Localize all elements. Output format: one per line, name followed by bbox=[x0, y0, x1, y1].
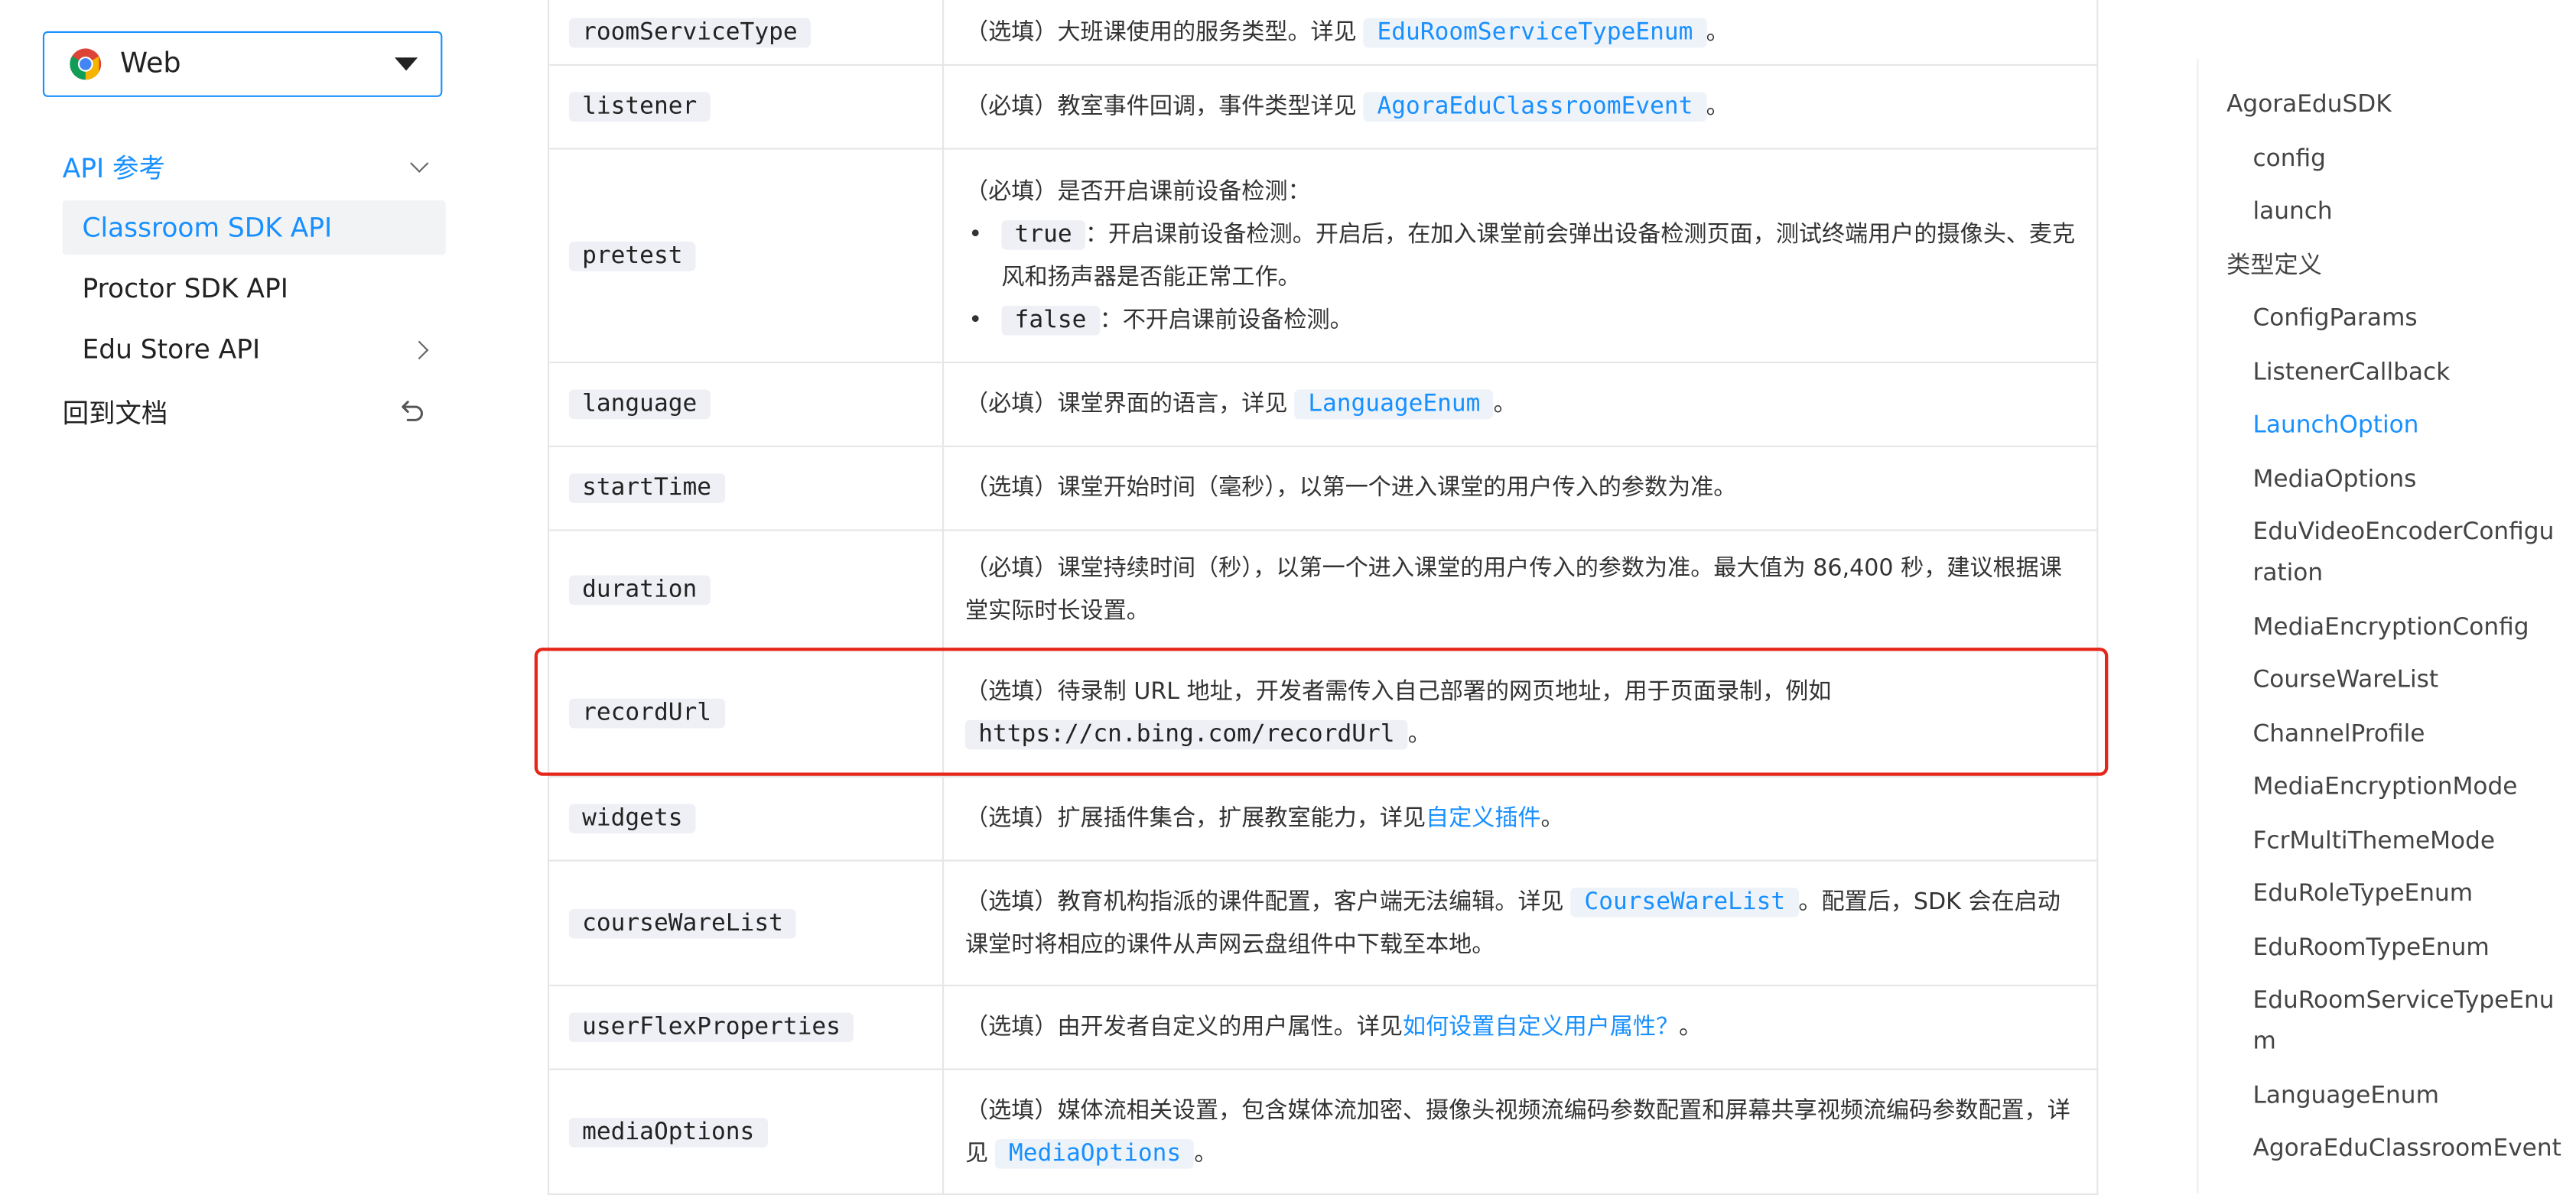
param-desc-suffix: 。 bbox=[1540, 805, 1564, 832]
list-item: • false ：不开启课前设备检测。 bbox=[965, 298, 2077, 341]
param-name: userFlexProperties bbox=[568, 1012, 854, 1043]
value-code: false bbox=[1001, 304, 1100, 335]
param-name: language bbox=[568, 389, 711, 420]
param-desc: （必填）课堂界面的语言，详见 bbox=[965, 391, 1296, 418]
toc-item[interactable]: MediaEncryptionMode bbox=[2226, 768, 2555, 809]
param-desc: （选填）扩展插件集合，扩展教室能力，详见 bbox=[965, 805, 1426, 832]
sidebar-item-label: Proctor SDK API bbox=[82, 272, 288, 304]
param-name: widgets bbox=[568, 804, 696, 834]
param-desc-suffix: 。 bbox=[1706, 18, 1729, 46]
platform-select[interactable]: Web bbox=[42, 31, 443, 97]
table-row: courseWareList （选填）教育机构指派的课件配置，客户端无法编辑。详… bbox=[549, 861, 2097, 986]
toc-item[interactable]: launch bbox=[2226, 193, 2555, 234]
param-desc: （必填）课堂持续时间（秒），以第一个进入课堂的用户传入的参数为准。最大值为 86… bbox=[965, 555, 2062, 625]
toc-item[interactable]: EduRoomServiceTypeEnum bbox=[2226, 982, 2555, 1064]
param-desc: （选填）教育机构指派的课件配置，客户端无法编辑。详见 bbox=[965, 888, 1572, 915]
table-row: roomServiceType （选填）大班课使用的服务类型。详见 EduRoo… bbox=[549, 0, 2097, 66]
toc-item[interactable]: EduVideoEncoderConfiguration bbox=[2226, 513, 2555, 596]
table-row: pretest （必填）是否开启课前设备检测： • true ：开启课前设备检测。… bbox=[549, 149, 2097, 364]
nav-section-label: API 参考 bbox=[62, 152, 165, 184]
toc-item[interactable]: AgoraEduSDK bbox=[2226, 86, 2555, 127]
toc-item[interactable]: ChannelProfile bbox=[2226, 714, 2555, 755]
param-name: courseWareList bbox=[568, 908, 797, 938]
param-name: startTime bbox=[568, 473, 725, 503]
table-row: widgets （选填）扩展插件集合，扩展教室能力，详见自定义插件。 bbox=[549, 777, 2097, 862]
launch-option-table: roomServiceType （选填）大班课使用的服务类型。详见 EduRoo… bbox=[547, 0, 2099, 1195]
type-link[interactable]: AgoraEduClassroomEvent bbox=[1364, 92, 1706, 122]
table-row: userFlexProperties （选填）由开发者自定义的用户属性。详见如何… bbox=[549, 986, 2097, 1070]
type-link[interactable]: CourseWareList bbox=[1571, 886, 1799, 917]
param-name: pretest bbox=[568, 240, 696, 271]
param-name: recordUrl bbox=[568, 698, 725, 729]
platform-select-label: Web bbox=[119, 47, 181, 81]
table-row: language （必填）课堂界面的语言，详见 LanguageEnum。 bbox=[549, 363, 2097, 447]
toc-item[interactable]: MediaOptions bbox=[2226, 459, 2555, 501]
toc-item[interactable]: CourseWareList bbox=[2226, 661, 2555, 702]
sidebar-item-classroom-sdk-api[interactable]: Classroom SDK API bbox=[62, 200, 446, 255]
param-desc: （必填）教室事件回调，事件类型详见 bbox=[965, 93, 1364, 120]
chrome-icon bbox=[70, 48, 102, 80]
param-desc-suffix: 。 bbox=[1194, 1140, 1218, 1167]
undo-icon bbox=[402, 401, 423, 421]
custom-widget-link[interactable]: 自定义插件 bbox=[1426, 806, 1541, 832]
param-desc: （选填）由开发者自定义的用户属性。详见 bbox=[965, 1014, 1403, 1041]
toc-item[interactable]: MediaEncryptionConfig bbox=[2226, 607, 2555, 648]
param-desc-suffix: 。 bbox=[1407, 721, 1431, 748]
caret-down-icon bbox=[395, 57, 418, 71]
table-of-contents: AgoraEduSDK config launch 类型定义 ConfigPar… bbox=[2226, 86, 2561, 1183]
back-to-docs-label: 回到文档 bbox=[62, 397, 168, 429]
param-desc-suffix: 。 bbox=[1706, 93, 1729, 120]
toc-item[interactable]: ListenerCallback bbox=[2226, 352, 2555, 394]
param-name: mediaOptions bbox=[568, 1116, 768, 1147]
sidebar-item-label: Edu Store API bbox=[82, 333, 261, 365]
toc-item[interactable]: config bbox=[2226, 139, 2555, 180]
param-desc: （选填）待录制 URL 地址，开发者需传入自己部署的网页地址，用于页面录制，例如 bbox=[965, 678, 1832, 706]
toc-item-active[interactable]: LaunchOption bbox=[2226, 406, 2555, 447]
toc-item[interactable]: LanguageEnum bbox=[2226, 1076, 2555, 1117]
chevron-right-icon bbox=[410, 339, 429, 359]
table-row: startTime （选填）课堂开始时间（毫秒），以第一个进入课堂的用户传入的参… bbox=[549, 447, 2097, 531]
toc-divider bbox=[2197, 59, 2199, 1193]
bullet-text: ：开启课前设备检测。开启后，在加入课堂前会弹出设备检测页面，测试终端用户的摄像头… bbox=[1001, 221, 2076, 291]
sidebar-item-proctor-sdk-api[interactable]: Proctor SDK API bbox=[63, 261, 446, 316]
value-code: true bbox=[1001, 219, 1085, 249]
param-desc: （必填）是否开启课前设备检测： bbox=[965, 178, 1311, 205]
nav-section-api-reference[interactable]: API 参考 bbox=[63, 138, 446, 194]
type-link[interactable]: LanguageEnum bbox=[1295, 389, 1494, 420]
param-desc: （选填）大班课使用的服务类型。详见 bbox=[965, 18, 1364, 46]
table-row: listener （必填）教室事件回调，事件类型详见 AgoraEduClass… bbox=[549, 66, 2097, 150]
chevron-down-icon bbox=[410, 154, 429, 173]
param-desc-suffix: 。 bbox=[1679, 1014, 1703, 1041]
param-desc: （选填）课堂开始时间（毫秒），以第一个进入课堂的用户传入的参数为准。 bbox=[965, 475, 1737, 502]
toc-item[interactable]: AgoraEduClassroomEvent bbox=[2226, 1129, 2561, 1171]
toc-item[interactable]: EduRoleTypeEnum bbox=[2226, 875, 2555, 916]
bullet-text: ：不开启课前设备检测。 bbox=[1099, 306, 1353, 333]
sidebar-nav: API 参考 Classroom SDK API Proctor SDK API… bbox=[62, 138, 446, 437]
table-row: duration （必填）课堂持续时间（秒），以第一个进入课堂的用户传入的参数为… bbox=[549, 531, 2097, 651]
toc-item[interactable]: EduRoomTypeEnum bbox=[2226, 928, 2555, 969]
param-name: duration bbox=[568, 575, 711, 606]
type-link[interactable]: EduRoomServiceTypeEnum bbox=[1364, 17, 1706, 47]
table-row: mediaOptions （选填）媒体流相关设置，包含媒体流加密、摄像头视频流编… bbox=[549, 1070, 2097, 1195]
param-name: listener bbox=[568, 92, 711, 122]
param-name: roomServiceType bbox=[568, 17, 811, 47]
sidebar-item-label: Classroom SDK API bbox=[82, 212, 333, 244]
type-link[interactable]: MediaOptions bbox=[995, 1138, 1195, 1168]
url-code: https://cn.bing.com/recordUrl bbox=[965, 719, 1408, 750]
toc-item[interactable]: 类型定义 bbox=[2226, 245, 2555, 287]
table-row-highlighted: recordUrl （选填）待录制 URL 地址，开发者需传入自己部署的网页地址… bbox=[549, 651, 2097, 778]
sidebar-item-edu-store-api[interactable]: Edu Store API bbox=[63, 322, 446, 376]
list-item: • true ：开启课前设备检测。开启后，在加入课堂前会弹出设备检测页面，测试终端… bbox=[965, 213, 2077, 298]
back-to-docs-link[interactable]: 回到文档 bbox=[63, 383, 446, 437]
toc-item[interactable]: FcrMultiThemeMode bbox=[2226, 821, 2555, 862]
param-desc-suffix: 。 bbox=[1493, 391, 1517, 418]
toc-item[interactable]: ConfigParams bbox=[2226, 299, 2555, 340]
user-properties-link[interactable]: 如何设置自定义用户属性？ bbox=[1403, 1015, 1679, 1041]
